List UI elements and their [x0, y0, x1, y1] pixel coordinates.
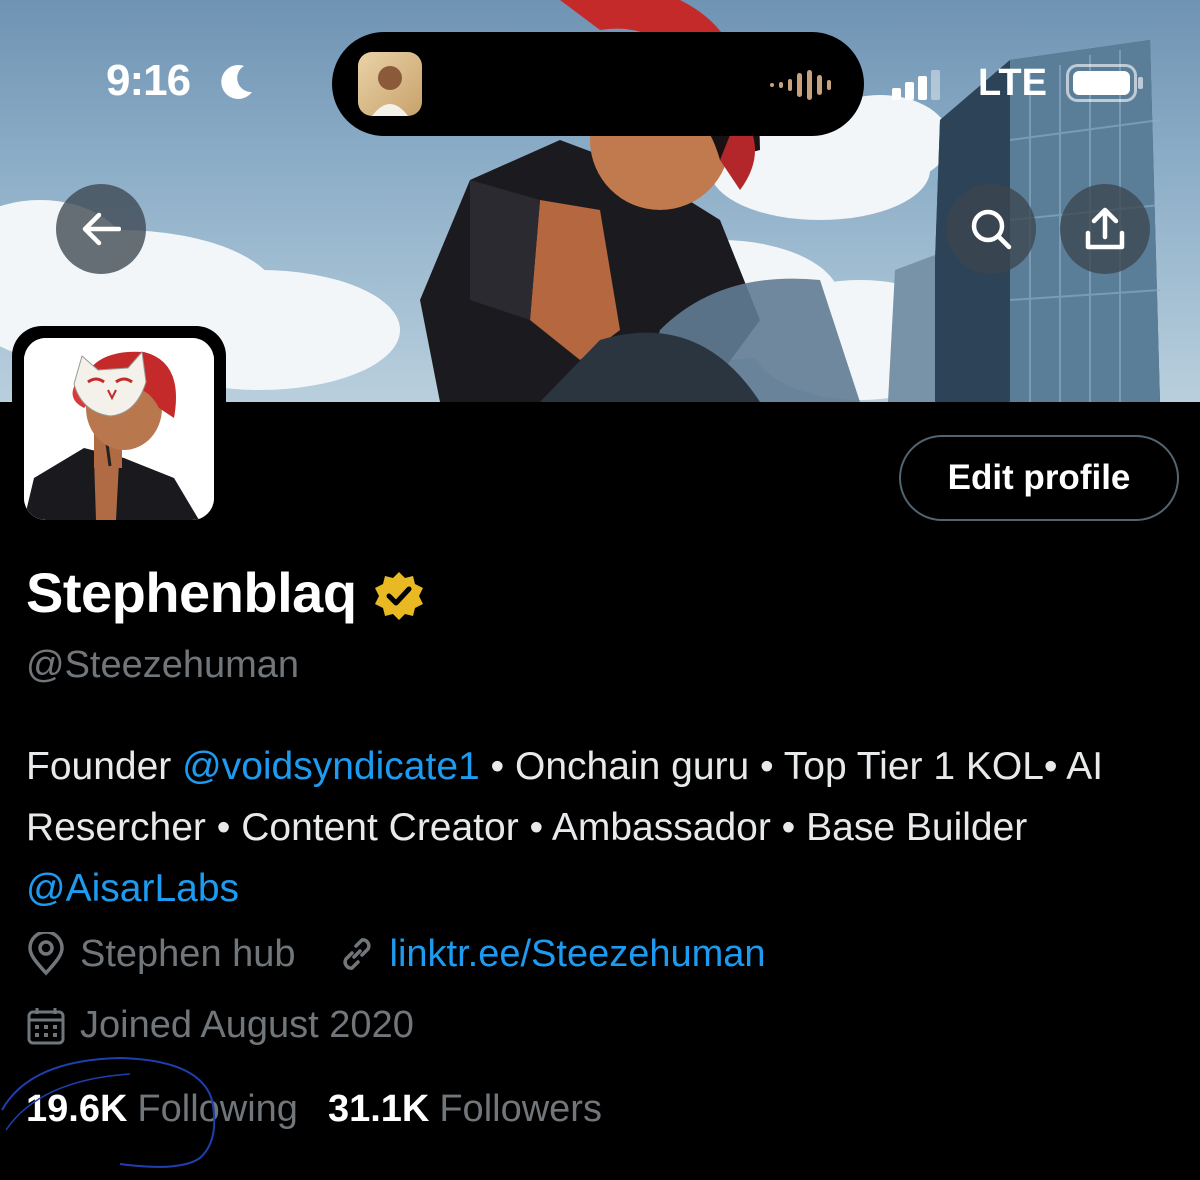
location-icon: [26, 932, 66, 976]
bio-mention-link[interactable]: @voidsyndicate1: [182, 745, 480, 788]
search-icon: [971, 209, 1012, 250]
share-button[interactable]: [1060, 184, 1150, 274]
back-arrow-icon: [82, 212, 121, 246]
following-label: Following: [137, 1088, 298, 1130]
followers-label: Followers: [439, 1088, 602, 1130]
profile-stats: 19.6K Following 31.1K Followers: [26, 1088, 602, 1131]
search-button[interactable]: [946, 184, 1036, 274]
status-time: 9:16: [106, 56, 191, 105]
following-count: 19.6K: [26, 1088, 128, 1130]
verified-badge-icon[interactable]: [373, 570, 425, 622]
audio-wave-icon: [770, 70, 831, 100]
bio-mention-link[interactable]: @AisarLabs: [26, 867, 239, 910]
profile-name-row: Stephenblaq: [26, 560, 425, 625]
profile-bio: Founder @voidsyndicate1 • Onchain guru •…: [26, 736, 1186, 919]
website-link[interactable]: linktr.ee/Steezehuman: [390, 933, 766, 976]
bio-text: Founder: [26, 745, 183, 788]
signal-icon: [892, 70, 940, 100]
location-text: Stephen hub: [80, 932, 296, 975]
moon-icon: [221, 64, 252, 99]
edit-profile-button[interactable]: Edit profile: [899, 435, 1179, 521]
now-playing-avatar: [358, 52, 422, 116]
joined-date: Joined August 2020: [80, 1004, 414, 1046]
network-label: LTE: [978, 62, 1047, 104]
back-button[interactable]: [56, 184, 146, 274]
link-icon: [338, 935, 376, 973]
avatar-image: [24, 338, 214, 520]
battery-icon: [1066, 64, 1143, 102]
user-handle: @Steezehuman: [26, 644, 300, 686]
profile-meta-row: Stephen hub linktr.ee/Steezehuman: [26, 932, 766, 976]
profile-joined-row: Joined August 2020: [26, 1004, 414, 1047]
calendar-icon: [26, 1006, 66, 1046]
followers-count: 31.1K: [327, 1088, 430, 1130]
display-name: Stephenblaq: [26, 561, 357, 624]
share-icon: [1085, 207, 1125, 250]
dynamic-island[interactable]: [332, 32, 864, 136]
followers-stat[interactable]: 31.1K Followers: [328, 1088, 602, 1131]
profile-avatar[interactable]: [12, 326, 226, 532]
following-stat[interactable]: 19.6K Following: [26, 1088, 298, 1131]
